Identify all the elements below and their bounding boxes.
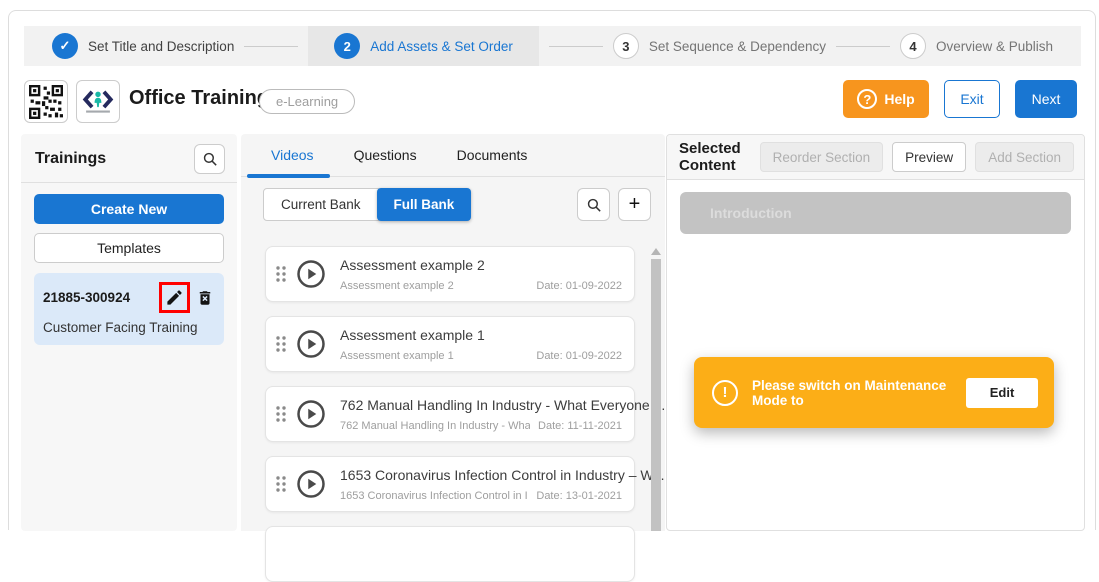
step-number-badge: 2	[334, 33, 360, 59]
drag-handle-icon[interactable]	[274, 334, 288, 354]
create-new-button[interactable]: Create New	[34, 194, 224, 224]
video-title: Assessment example 2	[340, 257, 485, 273]
bank-toggle: Current Bank Full Bank	[263, 188, 471, 221]
stepper-connector	[244, 46, 298, 47]
step-label: Set Title and Description	[88, 39, 234, 54]
video-list-item[interactable]: Assessment example 2 Assessment example …	[265, 246, 635, 302]
drag-handle-icon[interactable]	[274, 404, 288, 424]
toast-message: Please switch on Maintenance Mode to	[752, 378, 956, 408]
section-name: Introduction	[710, 205, 792, 221]
stepper-connector	[836, 46, 890, 47]
play-icon[interactable]	[296, 259, 326, 289]
stepper-step-2[interactable]: 2 Add Assets & Set Order	[308, 26, 539, 66]
step-number-badge: 4	[900, 33, 926, 59]
delete-training-button[interactable]	[196, 289, 214, 307]
current-bank-button[interactable]: Current Bank	[263, 188, 379, 221]
video-title: 762 Manual Handling In Industry - What E…	[340, 397, 665, 413]
stepper-step-4[interactable]: 4 Overview & Publish	[900, 26, 1053, 66]
trainings-search-button[interactable]	[194, 144, 225, 174]
drag-handle-icon[interactable]	[274, 474, 288, 494]
video-list-item-partial[interactable]	[265, 526, 635, 582]
asset-tabs: Videos Questions Documents	[241, 134, 665, 177]
training-code: 21885-300924	[43, 290, 159, 305]
video-list-scrollbar[interactable]	[650, 246, 662, 531]
play-icon[interactable]	[296, 329, 326, 359]
wizard-stepper: ✓ Set Title and Description 2 Add Assets…	[24, 26, 1081, 66]
page-header: Office Training e-Learning ? Help Exit N…	[24, 78, 1081, 124]
video-subtitle: 1653 Coronavirus Infection Control in In…	[340, 490, 528, 502]
highlight-box	[159, 282, 190, 313]
video-date: Date: 11-11-2021	[538, 420, 622, 432]
company-logo-icon	[81, 86, 115, 118]
video-date: Date: 01-09-2022	[536, 350, 622, 362]
stepper-step-1[interactable]: ✓ Set Title and Description	[52, 26, 234, 66]
training-list-item[interactable]: 21885-300924 Customer Fac	[34, 273, 224, 345]
elearning-badge: e-Learning	[259, 89, 355, 114]
tab-documents[interactable]: Documents	[437, 134, 548, 176]
video-subtitle: 762 Manual Handling In Industry - What E…	[340, 420, 530, 432]
step-label: Add Assets & Set Order	[370, 39, 513, 54]
maintenance-mode-toast: ! Please switch on Maintenance Mode to E…	[694, 357, 1054, 428]
video-date: Date: 01-09-2022	[536, 280, 622, 292]
play-icon[interactable]	[296, 469, 326, 499]
check-icon: ✓	[52, 33, 78, 59]
step-label: Overview & Publish	[936, 39, 1053, 54]
sidebar-title: Trainings	[35, 150, 106, 168]
edit-training-button[interactable]	[165, 288, 184, 307]
templates-button[interactable]: Templates	[34, 233, 224, 263]
video-date: Date: 13-01-2021	[536, 490, 622, 502]
reorder-section-button: Reorder Section	[760, 142, 884, 172]
scroll-up-arrow-icon[interactable]	[651, 248, 661, 255]
app-window: ✓ Set Title and Description 2 Add Assets…	[8, 10, 1096, 530]
video-search-button[interactable]	[577, 188, 610, 221]
trash-delete-icon	[196, 289, 214, 307]
qr-code-icon	[29, 85, 63, 119]
step-number-badge: 3	[613, 33, 639, 59]
stepper-connector	[549, 46, 603, 47]
video-title: 1653 Coronavirus Infection Control in In…	[340, 467, 665, 483]
video-title: Assessment example 1	[340, 327, 485, 343]
qr-code-image	[24, 80, 68, 123]
asset-bank-panel: Videos Questions Documents Current Bank …	[241, 134, 665, 531]
video-subtitle: Assessment example 1	[340, 350, 528, 362]
trainings-sidebar: Trainings Create New Templates 21885-300…	[21, 134, 237, 531]
selected-content-panel: Selected Content Reorder Section Preview…	[666, 134, 1085, 531]
add-section-button: Add Section	[975, 142, 1074, 172]
scrollbar-thumb[interactable]	[651, 259, 661, 531]
video-list-item[interactable]: 762 Manual Handling In Industry - What E…	[265, 386, 635, 442]
step-label: Set Sequence & Dependency	[649, 39, 826, 54]
preview-button[interactable]: Preview	[892, 142, 966, 172]
search-icon	[202, 151, 218, 167]
pencil-icon	[165, 288, 184, 307]
tab-videos[interactable]: Videos	[251, 134, 334, 176]
next-button[interactable]: Next	[1015, 80, 1077, 118]
training-name: Customer Facing Training	[43, 320, 214, 335]
selected-content-title: Selected Content	[679, 140, 751, 174]
warning-icon: !	[712, 380, 738, 406]
exit-button[interactable]: Exit	[944, 80, 1000, 118]
play-icon[interactable]	[296, 399, 326, 429]
company-logo	[76, 80, 120, 123]
help-button-label: Help	[884, 91, 914, 107]
page-title: Office Training	[129, 87, 269, 110]
video-list-item[interactable]: 1653 Coronavirus Infection Control in In…	[265, 456, 635, 512]
video-list: Assessment example 2 Assessment example …	[265, 246, 635, 531]
tab-questions[interactable]: Questions	[334, 134, 437, 176]
drag-handle-icon[interactable]	[274, 264, 288, 284]
section-header-introduction: Introduction	[680, 192, 1071, 234]
add-video-button[interactable]: +	[618, 188, 651, 221]
search-icon	[586, 197, 602, 213]
toast-edit-button[interactable]: Edit	[966, 378, 1038, 408]
full-bank-button[interactable]: Full Bank	[377, 188, 472, 221]
help-button[interactable]: ? Help	[843, 80, 929, 118]
stepper-step-3[interactable]: 3 Set Sequence & Dependency	[613, 26, 826, 66]
question-icon: ?	[857, 89, 877, 109]
video-list-item[interactable]: Assessment example 1 Assessment example …	[265, 316, 635, 372]
video-subtitle: Assessment example 2	[340, 280, 528, 292]
